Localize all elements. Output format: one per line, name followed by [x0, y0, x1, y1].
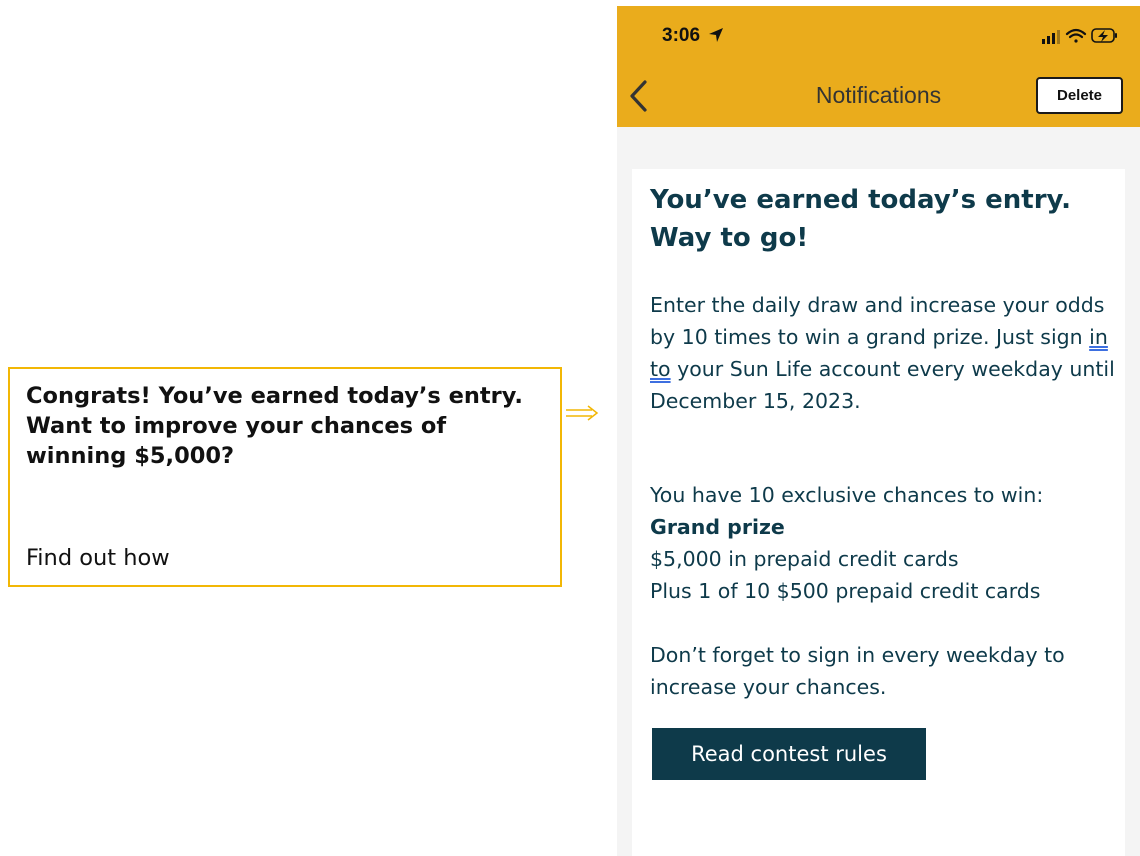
intro-text-start: Enter the daily draw and increase your o… [650, 293, 1105, 349]
intro-text-end: your Sun Life account every weekday unti… [650, 357, 1115, 413]
grand-prize-value: $5,000 in prepaid credit cards [650, 547, 959, 571]
read-contest-rules-button[interactable]: Read contest rules [652, 728, 926, 780]
arrow-connector-icon [566, 405, 599, 421]
notification-body-intro: Enter the daily draw and increase your o… [650, 289, 1120, 417]
annotation-title: Congrats! You’ve earned today’s entry. W… [26, 383, 523, 469]
notification-title: You’ve earned today’s entry. Way to go! [650, 185, 1071, 253]
signal-icon [1042, 30, 1060, 44]
grand-prize-label: Grand prize [650, 515, 785, 539]
status-time: 3:06 [662, 25, 701, 46]
secondary-prize: Plus 1 of 10 $500 prepaid credit cards [650, 579, 1041, 603]
location-arrow-icon [709, 28, 723, 42]
phone-screen: 3:06 Notifications Delete You’ve earned … [617, 6, 1140, 856]
status-icons [1042, 28, 1117, 44]
wifi-icon [1065, 28, 1087, 43]
app-header: 3:06 Notifications Delete [617, 6, 1140, 127]
prize-intro: You have 10 exclusive chances to win: [650, 483, 1044, 507]
prize-list: You have 10 exclusive chances to win: Gra… [650, 479, 1120, 607]
find-out-how-link[interactable]: Find out how [26, 545, 170, 571]
battery-charging-icon [1091, 28, 1117, 43]
annotation-card: Congrats! You’ve earned today’s entry. W… [8, 367, 562, 587]
reminder-text: Don’t forget to sign in every weekday to… [650, 643, 1065, 699]
delete-button[interactable]: Delete [1036, 77, 1123, 114]
notification-card: You’ve earned today’s entry. Way to go! … [632, 169, 1125, 856]
